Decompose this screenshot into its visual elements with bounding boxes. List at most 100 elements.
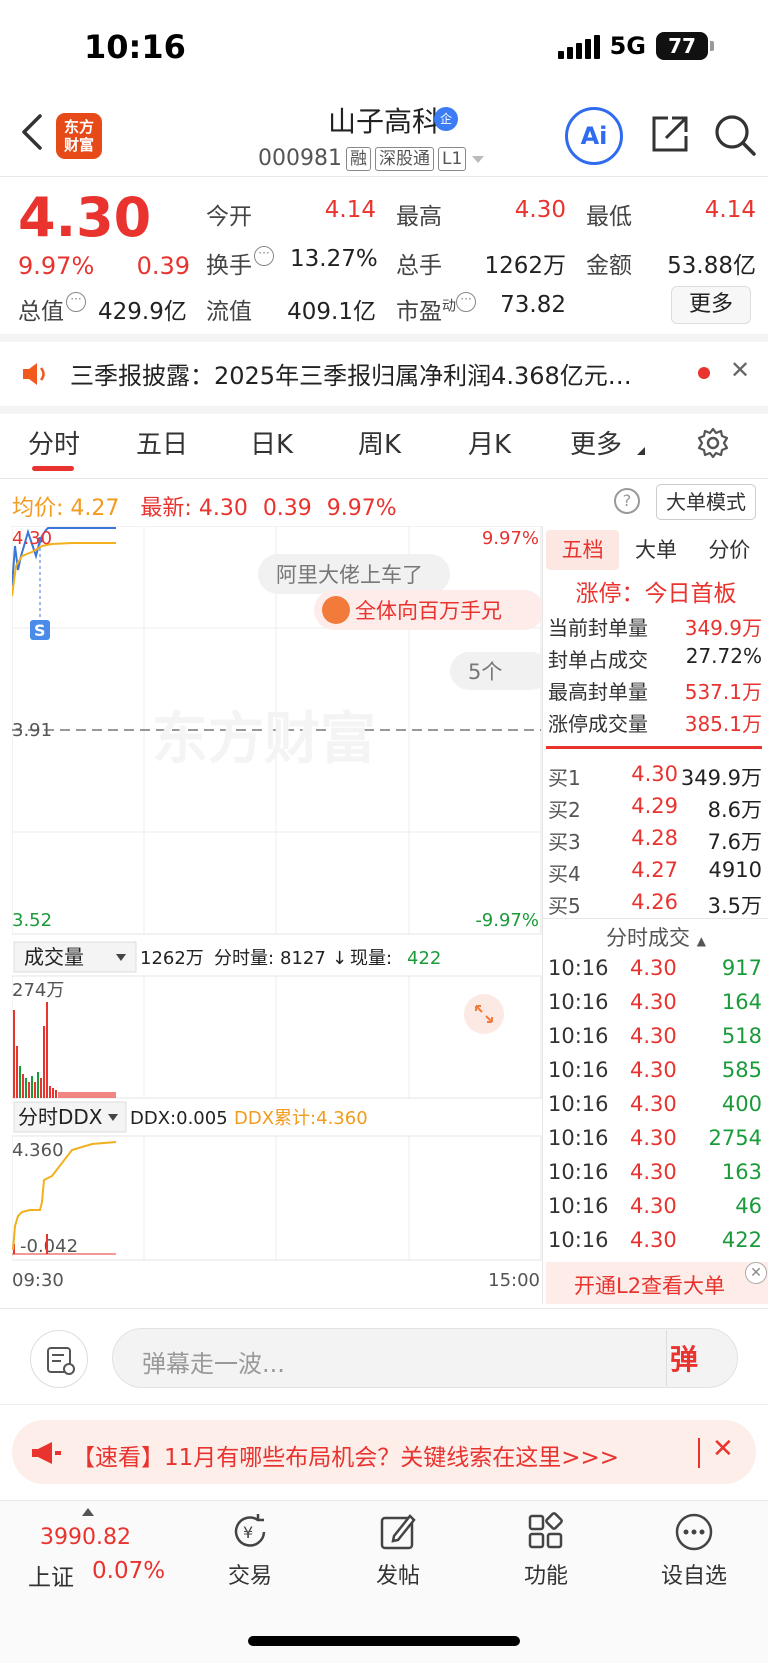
panel-divider [542,526,543,1304]
danmu-send-button[interactable]: 弹 [670,1338,698,1378]
promo-text[interactable]: 【速看】11月有哪些布局机会？关键线索在这里>>> [72,1438,619,1472]
dropdown-caret-icon [472,155,485,163]
tab-price-distribution[interactable]: 分价 [693,530,766,570]
trade-icon: ¥ [234,1514,266,1547]
section-gap [0,406,768,414]
divider [542,918,768,919]
danmu-list-button[interactable] [30,1330,88,1388]
grid-functions-icon [528,1512,563,1549]
trade-price: 4.30 [630,1058,677,1082]
bid-price: 4.28 [631,826,678,850]
expand-button[interactable] [464,994,504,1034]
trade-price: 4.30 [630,1160,677,1184]
ddx-total: DDX累计:4.360 [234,1108,368,1129]
index-name[interactable]: 上证 [28,1558,74,1592]
unread-dot [698,367,710,379]
ddx-value: DDX:0.005 [130,1108,228,1129]
tab-five-day[interactable]: 五日 [136,424,188,461]
pe-label: 市盈动 ··· [396,292,476,326]
promo-close-icon[interactable]: ✕ [712,1434,734,1464]
bid-label: 买4 [548,862,581,886]
info-dots-icon[interactable]: ··· [254,246,274,266]
avg-price-line [12,542,116,597]
collapse-caret-icon: ▲ [696,934,706,948]
ai-button[interactable]: Ai [565,107,623,165]
y-top-label: 4.30 [12,528,52,549]
ddx-bar [46,1234,48,1254]
more-button[interactable]: 更多 [671,286,751,324]
turnover-label: 换手 ··· [206,246,274,280]
limit-row-value: 27.72% [685,644,762,668]
tab-weekly-k[interactable]: 周K [358,424,401,461]
settings-gear-icon[interactable] [696,426,730,460]
info-dots-icon[interactable]: ··· [66,292,86,312]
bid-volume: 3.5万 [707,894,762,918]
tab-five-levels[interactable]: 五档 [546,530,620,570]
nav-post[interactable]: 发帖 [348,1510,448,1590]
nav-functions[interactable]: 功能 [496,1510,596,1590]
bid-price: 4.29 [631,794,678,818]
trade-price: 4.30 [630,1024,677,1048]
l2-upgrade-text[interactable]: 开通L2查看大单 [574,1270,725,1300]
cellular-signal-icon [557,33,600,59]
avatar [322,596,350,624]
share-icon[interactable] [648,112,692,156]
limit-divider [546,746,762,749]
trade-time: 10:16 [548,990,609,1014]
notice-text[interactable]: 三季报披露：2025年三季报归属净利润4.368亿元… [70,356,632,391]
notice-close-icon[interactable]: ✕ [730,356,750,384]
index-value[interactable]: 3990.82 [40,1525,131,1550]
promo-separator [698,1438,700,1468]
turnover-value: 13.27% [290,246,378,272]
index-change[interactable]: 0.07% [92,1558,165,1584]
down-arrow-icon: ↓ [332,948,347,969]
trades-header[interactable]: 分时成交 ▲ [546,922,766,952]
buy-marker-label: S [34,621,46,640]
big-order-mode-button[interactable]: 大单模式 [656,484,756,520]
tag-margin: 融 [345,146,371,171]
volume-now-value: 422 [407,948,441,969]
tab-big-orders[interactable]: 大单 [619,530,692,570]
latest-pct: 9.97% [326,496,397,521]
nav-trade-label: 交易 [227,1564,272,1589]
limit-row-label: 涨停成交量 [548,712,648,736]
l2-close-icon[interactable]: ✕ [745,1262,767,1284]
volume-selector-label: 成交量 [24,945,84,969]
more-caret-icon [637,447,645,455]
search-icon[interactable] [712,112,758,158]
high-label: 最高 [396,204,442,230]
stock-code-row[interactable]: 000981 融 深股通 L1 [258,146,486,171]
danmu-bubble-text: 5个 [468,660,502,684]
tag-shenzhen-connect: 深股通 [374,146,434,171]
battery-icon: 77 [656,32,714,60]
info-dots-icon[interactable]: ··· [456,292,476,312]
trade-price: 4.30 [630,1228,677,1252]
nav-trade[interactable]: ¥ 交易 [200,1510,300,1590]
danmu-placeholder: 弹幕走一波... [142,1350,285,1378]
price-info-row: 均价: 4.27 最新: 4.30 0.39 9.97% [12,490,397,522]
danmu-bubble-text: 全体向百万手兄 [355,599,502,623]
trade-time: 10:16 [548,1126,609,1150]
divider [666,1330,667,1386]
trade-volume: 422 [721,1228,762,1252]
trade-volume: 164 [721,990,762,1014]
volume-label: 总手 [396,253,442,279]
nav-add-watchlist[interactable]: 设自选 [644,1510,744,1590]
tab-daily-k[interactable]: 日K [250,424,293,461]
help-icon[interactable]: ? [614,488,640,514]
tab-more[interactable]: 更多 [570,424,622,461]
tab-intraday[interactable]: 分时 [28,424,80,461]
watermark: 东方财富 [152,707,376,772]
trade-volume: 46 [735,1194,762,1218]
time-end-label: 15:00 [488,1270,540,1291]
volume-fs-value: 8127 [280,948,326,969]
tab-monthly-k[interactable]: 月K [468,424,511,461]
low-value: 4.14 [704,197,756,223]
intraday-chart[interactable]: 东方财富 S 阿里大佬上车了 全体向百万手兄 5个 4.30 3.91 3.52… [12,526,542,1308]
nav-functions-label: 功能 [523,1564,568,1589]
verified-badge-icon: 企 [434,107,458,131]
trade-volume: 2754 [708,1126,762,1150]
megaphone-icon [32,1442,61,1464]
bid-label: 买5 [548,894,581,918]
pe-superscript: 动 [442,298,456,315]
